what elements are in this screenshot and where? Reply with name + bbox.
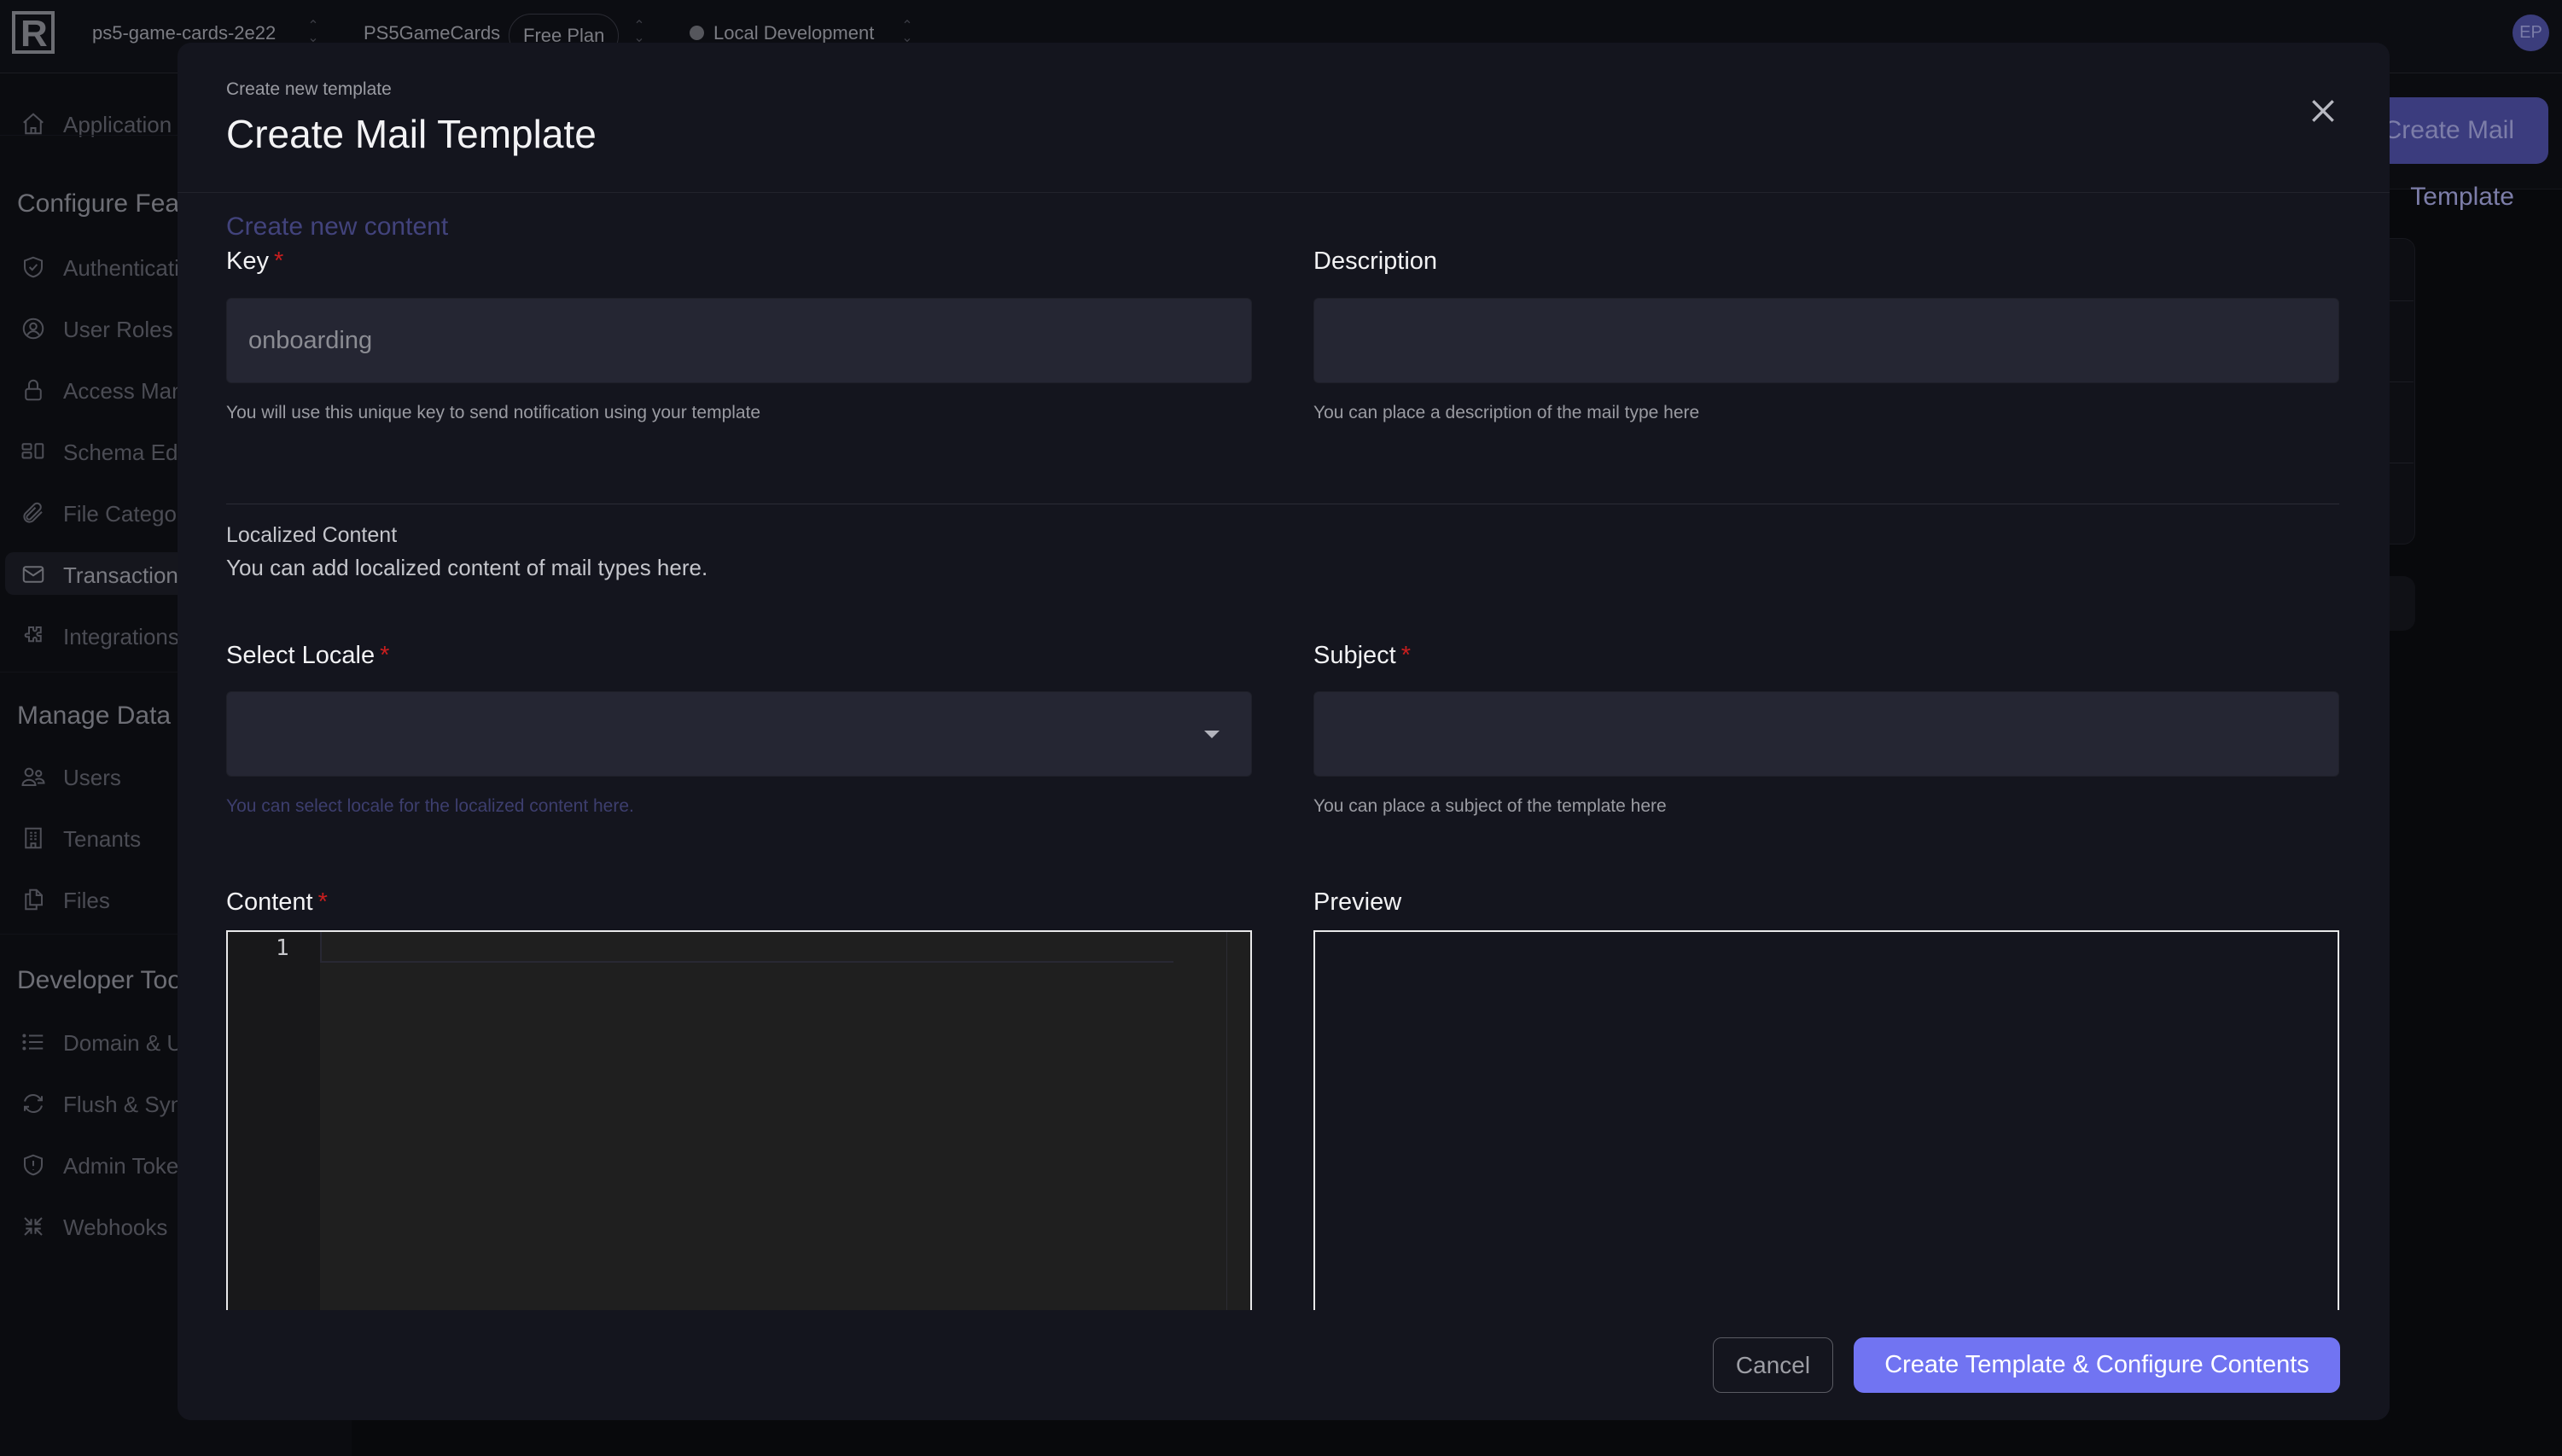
editor-ruler	[1226, 932, 1227, 1323]
create-mail-template-modal: Create new template Create Mail Template…	[178, 43, 2390, 1420]
description-help-text: You can place a description of the mail …	[1313, 403, 1700, 422]
required-marker: *	[1400, 642, 1412, 669]
puzzle-icon	[20, 623, 46, 649]
create-new-content-link[interactable]: Create new content	[226, 213, 448, 242]
user-circle-icon	[20, 316, 46, 341]
required-marker: *	[317, 888, 328, 916]
chevron-updown-icon[interactable]: ⌃ ⌄	[633, 20, 645, 45]
user-avatar[interactable]: EP	[2513, 15, 2549, 51]
modal-title: Create Mail Template	[226, 112, 597, 156]
localized-content-description: You can add localized content of mail ty…	[226, 555, 708, 580]
preview-pane	[1313, 930, 2339, 1323]
list-icon	[20, 1029, 46, 1055]
preview-label: Preview	[1313, 888, 1402, 916]
lock-icon	[20, 377, 46, 403]
modal-header-divider	[178, 192, 2390, 193]
modal-subtitle: Create new template	[226, 79, 392, 99]
chevron-updown-icon[interactable]: ⌃ ⌄	[901, 20, 913, 45]
description-label: Description	[1313, 248, 1438, 275]
files-icon	[20, 887, 46, 912]
subject-input[interactable]	[1313, 691, 2339, 777]
chevron-updown-icon[interactable]: ⌃ ⌄	[307, 20, 319, 45]
arrows-in-icon	[20, 1214, 46, 1239]
line-number: 1	[276, 935, 289, 961]
locale-select[interactable]	[226, 691, 1252, 777]
sidebar-section-title: Manage Data	[17, 702, 172, 730]
dropdown-arrow-icon	[1204, 731, 1220, 738]
content-code-editor[interactable]: 1	[226, 930, 1252, 1323]
locale-help-text: You can select locale for the localized …	[226, 796, 634, 816]
shield-check-icon	[20, 254, 46, 280]
editor-current-line[interactable]	[320, 932, 1173, 963]
key-input[interactable]	[226, 298, 1252, 383]
required-marker: *	[273, 248, 284, 275]
users-icon	[20, 764, 46, 789]
refresh-icon	[20, 1091, 46, 1116]
building-icon	[20, 825, 46, 851]
schema-icon	[20, 439, 46, 464]
sidebar-section-title: Developer Tools	[17, 966, 201, 994]
close-icon[interactable]	[2306, 94, 2340, 128]
paperclip-icon	[20, 500, 46, 526]
create-template-button[interactable]: Create Template & Configure Contents	[1854, 1337, 2340, 1393]
environment-status-dot	[690, 26, 704, 40]
home-icon	[20, 111, 46, 137]
required-marker: *	[380, 642, 390, 669]
mail-icon	[20, 562, 46, 587]
description-input[interactable]	[1313, 298, 2339, 383]
environment-selector[interactable]: Local Development	[713, 22, 874, 44]
cancel-button[interactable]: Cancel	[1713, 1337, 1833, 1393]
shield-alert-icon	[20, 1152, 46, 1178]
localized-content-title: Localized Content	[226, 523, 398, 547]
app-logo[interactable]: R	[12, 11, 55, 55]
subject-label: Subject *	[1313, 642, 1412, 669]
subject-help-text: You can place a subject of the template …	[1313, 796, 1667, 816]
content-label: Content *	[226, 888, 328, 916]
key-help-text: You will use this unique key to send not…	[226, 403, 761, 422]
app-selector[interactable]: PS5GameCards	[364, 22, 500, 44]
locale-label: Select Locale *	[226, 642, 390, 669]
editor-line-gutter: 1	[228, 932, 320, 1323]
project-selector[interactable]: ps5-game-cards-2e22	[92, 22, 276, 44]
key-label: Key *	[226, 248, 284, 275]
